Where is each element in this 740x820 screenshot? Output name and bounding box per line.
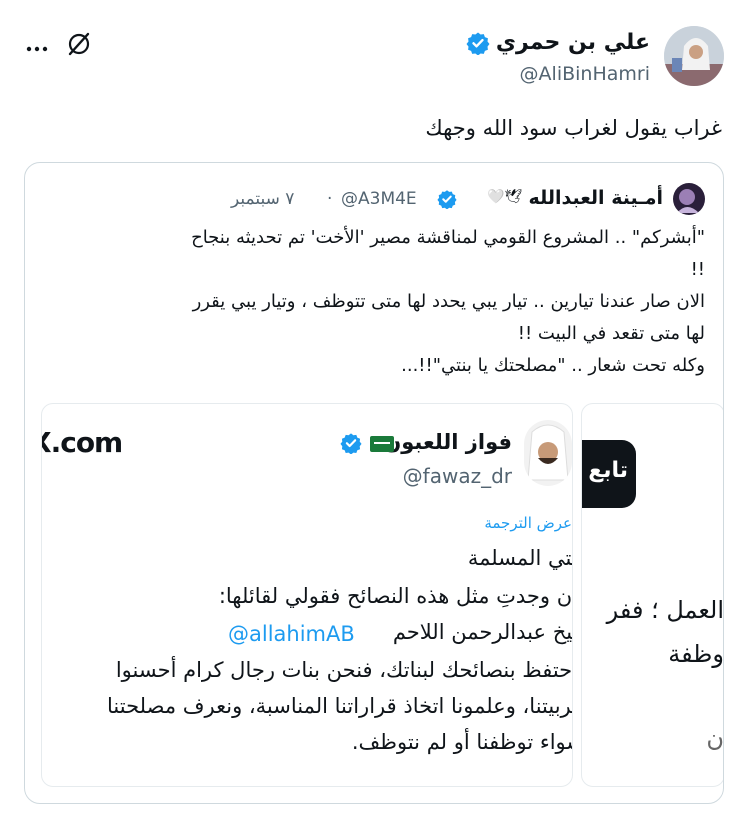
quoted-author-name[interactable]: أمـينة العبدالله bbox=[529, 187, 663, 209]
author-avatar[interactable] bbox=[664, 26, 724, 86]
tweet-text: غراب يقول لغراب سود الله وجهك bbox=[425, 116, 722, 140]
quoted-image-1[interactable]: X.com فواز اللعبون @fawaz_dr عرض الترجمة… bbox=[41, 403, 573, 787]
quoted-handle[interactable]: @A3M4E bbox=[341, 189, 417, 209]
image-mention: @allahimAB bbox=[228, 622, 355, 646]
verified-badge-icon bbox=[437, 189, 457, 209]
translate-label: عرض الترجمة bbox=[484, 514, 572, 532]
fawaz-name: فواز اللعبون bbox=[383, 430, 512, 454]
author-handle[interactable]: @AliBinHamri bbox=[520, 63, 650, 85]
quoted-line-5: وكله تحت شعار .. "مصلحتك يا بنتي"!!... bbox=[401, 355, 705, 376]
quoted-date[interactable]: ٧ سبتمبر bbox=[231, 189, 294, 209]
more-icon[interactable] bbox=[26, 38, 48, 52]
quoted-avatar[interactable] bbox=[673, 183, 705, 215]
author-name[interactable]: علي بن حمري bbox=[496, 30, 650, 55]
quoted-line-4: لها متى تقعد في البيت !! bbox=[517, 323, 705, 344]
image-line-5: تربيتنا، وعلمونا اتخاذ قراراتنا المناسبة… bbox=[107, 694, 573, 718]
image-line-2: إن وجدتِ مثل هذه النصائح فقولي لقائلها: bbox=[218, 584, 573, 608]
quoted-tweet-card[interactable]: أمـينة العبدالله 🤍🕊 @A3M4E · ٧ سبتمبر "أ… bbox=[24, 162, 724, 804]
image-line-1: بنتي المسلمة bbox=[467, 546, 573, 570]
quoted-line-2: !! bbox=[690, 259, 705, 280]
verified-badge-icon bbox=[466, 31, 490, 55]
fawaz-avatar bbox=[524, 420, 572, 486]
second-line-1: العمل ؛ ففر bbox=[606, 596, 724, 624]
fawaz-handle: @fawaz_dr bbox=[402, 464, 512, 488]
quoted-image-2[interactable]: تابع العمل ؛ ففر وظفة ن bbox=[581, 403, 724, 787]
saudi-flag-icon bbox=[370, 436, 394, 452]
image-line-4: احتفظ بنصائحك لبناتك، فنحن بنات رجال كرا… bbox=[115, 658, 573, 682]
follow-button-label: تابع bbox=[588, 458, 628, 483]
follow-button: تابع bbox=[582, 440, 636, 508]
quoted-separator: · bbox=[327, 189, 333, 209]
second-line-2: وظفة bbox=[668, 640, 724, 668]
quoted-line-1: "أبشركم" .. المشروع القومي لمناقشة مصير … bbox=[191, 227, 705, 248]
verified-badge-icon bbox=[340, 432, 362, 454]
corner-domain-text: X.com bbox=[42, 426, 123, 459]
image-line-6: سواء توظفنا أو لم نتوظف. bbox=[351, 730, 573, 754]
grok-icon[interactable] bbox=[66, 31, 92, 57]
image-line-3: أيها الشيخ عبدالرحمن اللاحم bbox=[392, 620, 573, 644]
quoted-line-3: الان صار عندنا تيارين .. تيار يبي يحدد ل… bbox=[192, 291, 705, 312]
second-line-3: ن bbox=[706, 724, 724, 752]
quoted-emoji: 🤍🕊 bbox=[487, 189, 523, 205]
